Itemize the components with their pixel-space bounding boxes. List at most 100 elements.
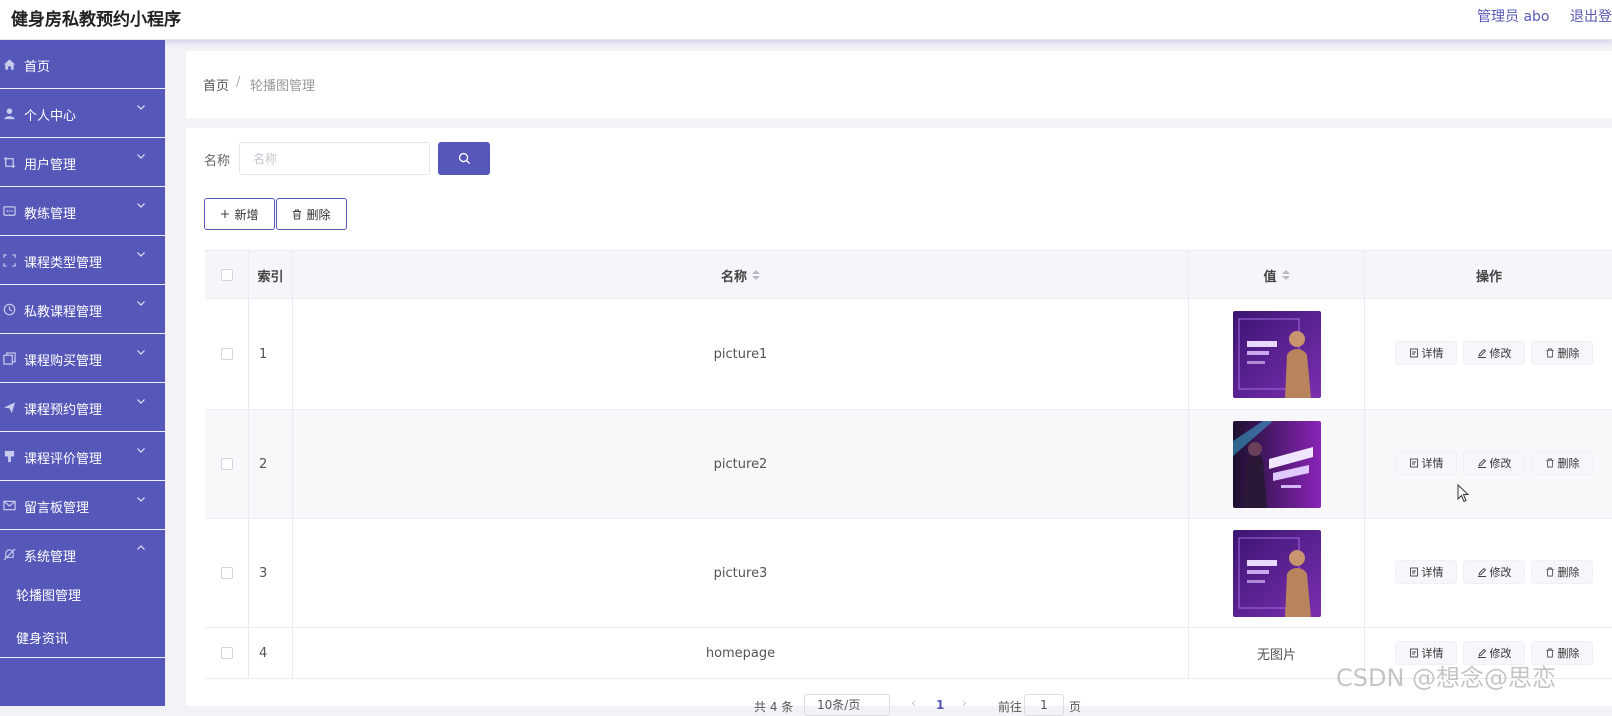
row-checkbox[interactable]	[220, 348, 233, 360]
header-name[interactable]: 名称	[293, 251, 1189, 299]
carousel-thumbnail[interactable]	[1232, 310, 1321, 398]
batch-delete-button[interactable]: 删除	[276, 198, 347, 230]
detail-button[interactable]: 详情	[1395, 451, 1457, 475]
header-select-all	[205, 251, 249, 299]
bell-off-icon	[2, 547, 16, 561]
app-title: 健身房私教预约小程序	[11, 10, 181, 30]
breadcrumb-home[interactable]: 首页	[203, 75, 229, 94]
sidebar-item-course-purchase-management[interactable]: 课程购买管理	[0, 334, 165, 383]
sidebar-item-course-booking-management[interactable]: 课程预约管理	[0, 383, 165, 432]
row-checkbox[interactable]	[220, 458, 233, 470]
no-image-text: 无图片	[1256, 647, 1296, 663]
search-input[interactable]	[239, 142, 430, 175]
sidebar-subitem-fitness-news[interactable]: 健身资讯	[0, 615, 165, 659]
sidebar-item-label: 课程购买管理	[24, 354, 103, 369]
user-icon	[2, 106, 16, 120]
chevron-down-icon	[137, 105, 145, 110]
search-icon	[458, 152, 470, 165]
row-select-cell	[205, 519, 249, 627]
sidebar-item-label: 留言板管理	[24, 501, 90, 516]
send-icon	[2, 400, 16, 414]
edit-icon	[1477, 648, 1486, 658]
delete-button[interactable]: 删除	[1531, 451, 1593, 475]
edit-button[interactable]: 修改	[1463, 451, 1525, 475]
search-label: 名称	[204, 154, 231, 169]
edit-icon	[1477, 348, 1486, 358]
clock-icon	[2, 302, 16, 316]
table-header: 索引 名称 值 操作	[205, 250, 1612, 299]
sidebar-subitem-carousel-management[interactable]: 轮播图管理	[0, 572, 165, 616]
carousel-thumbnail[interactable]	[1232, 529, 1321, 617]
goto-page-input[interactable]: 1	[1024, 694, 1064, 716]
edit-button[interactable]: 修改	[1463, 560, 1525, 584]
detail-button[interactable]: 详情	[1395, 341, 1457, 365]
chevron-down-icon	[137, 448, 145, 453]
detail-button[interactable]: 详情	[1395, 560, 1457, 584]
row-actions: 详情 修改 删除	[1365, 410, 1612, 518]
sidebar-item-message-board-management[interactable]: 留言板管理	[0, 481, 165, 530]
chevron-down-icon	[137, 497, 145, 502]
sidebar-divider	[0, 657, 165, 658]
sidebar-item-home[interactable]: 首页	[0, 40, 165, 89]
sidebar-item-label: 课程类型管理	[24, 256, 103, 271]
goto-suffix: 页	[1069, 700, 1082, 714]
prev-page-icon[interactable]: ‹	[911, 696, 916, 710]
detail-button-label: 详情	[1421, 457, 1444, 470]
breadcrumb-separator: /	[236, 75, 241, 90]
sidebar-item-coach-management[interactable]: 教练管理	[0, 187, 165, 236]
document-icon	[1409, 458, 1418, 468]
delete-button[interactable]: 删除	[1531, 560, 1593, 584]
sort-icon[interactable]	[1281, 270, 1290, 280]
sidebar-item-personal-center[interactable]: 个人中心	[0, 89, 165, 138]
select-all-checkbox[interactable]	[220, 269, 233, 281]
header-value[interactable]: 值	[1189, 251, 1365, 299]
sidebar-item-label: 系统管理	[24, 550, 77, 565]
row-index: 1	[249, 299, 293, 409]
row-checkbox[interactable]	[220, 567, 233, 579]
row-value	[1189, 410, 1365, 518]
home-icon	[2, 57, 16, 71]
logout-link[interactable]: 退出登	[1570, 6, 1612, 26]
add-button[interactable]: 新增	[204, 198, 275, 230]
document-icon	[1409, 348, 1418, 358]
sidebar-item-course-review-management[interactable]: 课程评价管理	[0, 432, 165, 481]
mail-icon	[2, 498, 16, 512]
mouse-cursor-icon	[1457, 484, 1470, 503]
sidebar-item-private-course-management[interactable]: 私教课程管理	[0, 285, 165, 334]
next-page-icon[interactable]: ›	[962, 696, 967, 710]
detail-button-label: 详情	[1421, 566, 1444, 579]
row-select-cell	[205, 410, 249, 518]
sidebar-item-user-management[interactable]: 用户管理	[0, 138, 165, 187]
header-index: 索引	[249, 251, 293, 299]
edit-button-label: 修改	[1489, 457, 1512, 470]
table-row: 2 picture2 详情 修改 删除	[205, 410, 1612, 519]
breadcrumb: 首页 / 轮播图管理	[186, 51, 1612, 118]
chevron-down-icon	[137, 301, 145, 306]
sort-icon[interactable]	[752, 270, 760, 280]
plus-icon	[221, 210, 230, 218]
sidebar-item-course-type-management[interactable]: 课程类型管理	[0, 236, 165, 285]
sidebar-item-label: 课程评价管理	[24, 452, 103, 467]
header-actions-label: 操作	[1475, 269, 1502, 285]
edit-button[interactable]: 修改	[1463, 341, 1525, 365]
header-name-label: 名称	[720, 269, 747, 285]
sidebar-item-label: 教练管理	[24, 207, 77, 222]
row-name: homepage	[293, 628, 1189, 678]
row-select-cell	[205, 299, 249, 409]
fullscreen-icon	[2, 253, 16, 267]
chevron-down-icon	[137, 203, 145, 208]
admin-user[interactable]: 管理员 abo	[1477, 6, 1549, 26]
document-icon	[1409, 648, 1418, 658]
sidebar-item-label: 用户管理	[24, 158, 77, 173]
row-checkbox[interactable]	[220, 647, 233, 659]
trash-icon	[1545, 567, 1554, 577]
search-button[interactable]	[438, 142, 490, 175]
page-number-current[interactable]: 1	[936, 698, 944, 712]
row-name: picture2	[293, 410, 1189, 518]
table-row: 3 picture3 详情 修改 删除	[205, 519, 1612, 628]
delete-button[interactable]: 删除	[1531, 341, 1593, 365]
carousel-thumbnail[interactable]	[1232, 420, 1321, 508]
batch-delete-button-label: 删除	[306, 207, 331, 222]
page-size-select[interactable]: 10条/页	[804, 694, 890, 716]
copy-icon	[2, 351, 16, 365]
